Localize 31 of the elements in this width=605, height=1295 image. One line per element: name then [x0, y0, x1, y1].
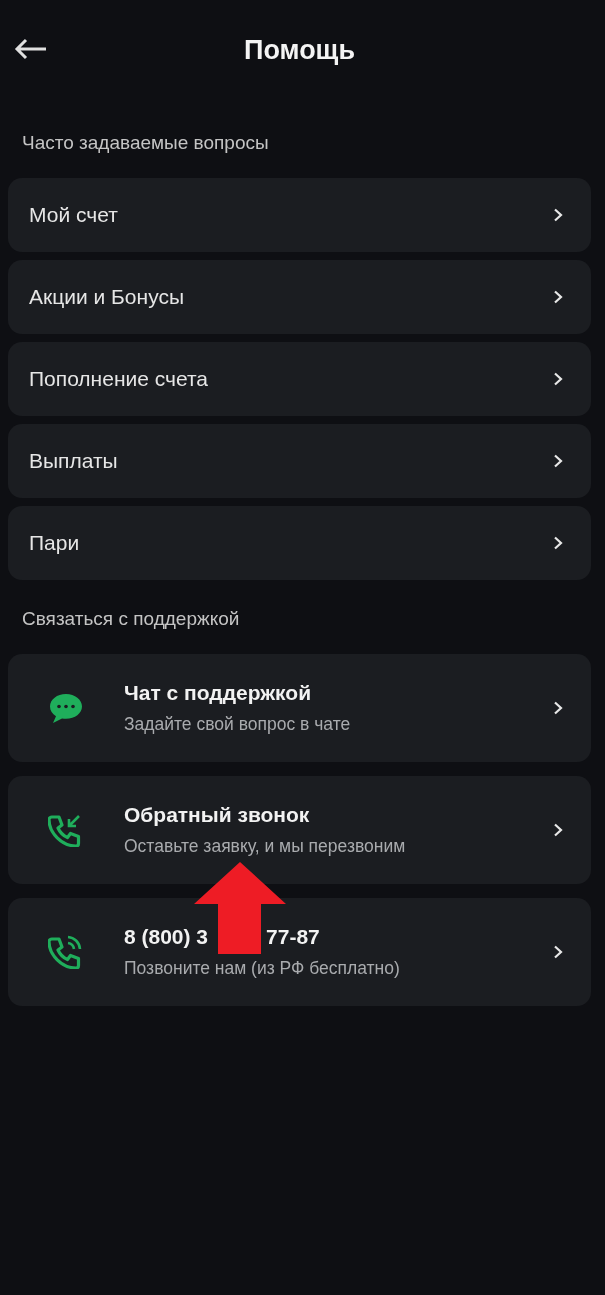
phone-ringing-icon	[48, 935, 82, 969]
contact-item[interactable]: Обратный звонок Оставьте заявку, и мы перезвоним	[8, 776, 591, 884]
chevron-icon	[553, 536, 563, 550]
chevron-icon	[553, 701, 563, 715]
contact-item[interactable]: Чат с поддержкой Задайте свой вопрос в чате	[8, 654, 591, 762]
incoming-call-icon	[48, 813, 82, 847]
chevron-icon	[553, 208, 563, 222]
faq-item[interactable]: Пополнение счета	[8, 342, 591, 416]
page-title: Помощь	[243, 34, 355, 66]
chevron-icon	[553, 290, 563, 304]
contact-subtitle: Оставьте заявку, и мы перезвоним	[124, 836, 407, 857]
back-button[interactable]	[14, 38, 48, 60]
contact-title: 77-87	[266, 925, 320, 949]
chat-bubble-icon	[48, 692, 84, 724]
chevron-icon	[553, 945, 563, 959]
faq-item[interactable]: Акции и Бонусы	[8, 260, 591, 334]
contact-subtitle: Позвоните нам (из РФ бесплатно)	[124, 958, 401, 979]
faq-item[interactable]: Выплаты	[8, 424, 591, 498]
section-heading: Часто задаваемые вопросы	[21, 131, 270, 155]
contact-subtitle: Задайте свой вопрос в чате	[124, 714, 352, 735]
chevron-icon	[553, 823, 563, 837]
contact-title: Обратный звонок	[124, 803, 310, 827]
chevron-icon	[553, 454, 563, 468]
contact-title: 8 (800) 3	[124, 925, 209, 949]
section-heading: Связаться с поддержкой	[21, 607, 241, 631]
faq-item[interactable]: Мой счет	[8, 178, 591, 252]
back-arrow-icon	[14, 38, 48, 60]
chevron-icon	[553, 372, 563, 386]
faq-item[interactable]: Пари	[8, 506, 591, 580]
contact-title: Чат с поддержкой	[124, 681, 312, 705]
contact-item[interactable]: 8 (800) 3 77-87 Позвоните нам (из РФ бесплатно)	[8, 898, 591, 1006]
